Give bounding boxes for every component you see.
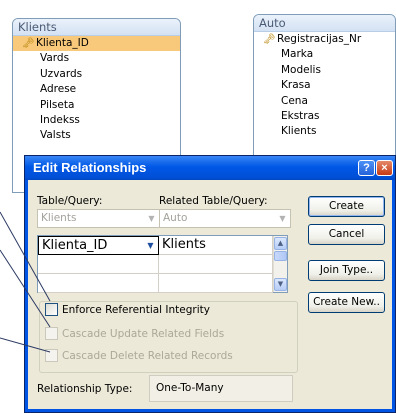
grid-scrollbar[interactable]: ▲ ▼ (273, 236, 287, 292)
scroll-up-icon[interactable]: ▲ (274, 237, 287, 250)
fields-grid[interactable]: Klienta_ID ▼ Klients ▲ ▼ (37, 235, 288, 293)
related-table-query-select[interactable]: Auto ▼ (159, 209, 291, 228)
checkbox[interactable] (45, 327, 58, 340)
grid-empty-cell[interactable] (159, 255, 273, 274)
grid-empty-cell[interactable] (38, 274, 159, 293)
field-ekstras[interactable]: Ekstras (254, 109, 395, 124)
edit-relationships-dialog: Edit Relationships ? × Table/Query: Rela… (24, 155, 396, 413)
field-modelis[interactable]: Modelis (254, 63, 395, 78)
related-table-query-label: Related Table/Query: (159, 195, 268, 207)
key-icon: 🗝 (22, 38, 35, 49)
auto-table[interactable]: Auto 🗝Registracijas_Nr Marka Modelis Kra… (253, 14, 396, 156)
chevron-down-icon: ▼ (279, 214, 286, 223)
grid-empty-cell[interactable] (159, 274, 273, 293)
table-query-select[interactable]: Klients ▼ (37, 209, 160, 228)
field-klients[interactable]: Klients (254, 124, 395, 139)
chevron-down-icon: ▼ (148, 214, 155, 223)
checkbox[interactable] (45, 303, 58, 316)
scroll-thumb[interactable] (274, 251, 287, 261)
close-button[interactable]: × (376, 160, 393, 176)
chevron-down-icon[interactable]: ▼ (145, 240, 156, 251)
cancel-button[interactable]: Cancel (308, 224, 385, 245)
field-cena[interactable]: Cena (254, 94, 395, 109)
field-marka[interactable]: Marka (254, 47, 395, 62)
enforce-integrity-checkbox[interactable]: Enforce Referential Integrity (45, 303, 210, 316)
scroll-down-icon[interactable]: ▼ (274, 278, 287, 291)
field-pilseta[interactable]: Pilseta (13, 98, 180, 113)
auto-table-title[interactable]: Auto (254, 15, 395, 32)
dialog-title[interactable]: Edit Relationships ? × (25, 156, 395, 180)
klients-table-title[interactable]: Klients (13, 19, 180, 36)
key-icon: 🗝 (263, 34, 276, 45)
field-valsts[interactable]: Valsts (13, 128, 180, 143)
field-registracijas-nr[interactable]: 🗝Registracijas_Nr (254, 32, 395, 47)
relationship-type-label: Relationship Type: (37, 383, 133, 395)
grid-left-field[interactable]: Klienta_ID ▼ (38, 236, 159, 255)
grid-right-field[interactable]: Klients (159, 236, 273, 255)
checkbox[interactable] (45, 349, 58, 362)
help-button[interactable]: ? (358, 160, 375, 176)
field-vards[interactable]: Vards (13, 51, 180, 66)
create-new-button[interactable]: Create New.. (308, 292, 385, 313)
field-uzvards[interactable]: Uzvards (13, 67, 180, 82)
cascade-delete-checkbox[interactable]: Cascade Delete Related Records (45, 349, 233, 362)
grid-empty-cell[interactable] (38, 255, 159, 274)
table-query-label: Table/Query: (37, 195, 103, 207)
create-button[interactable]: Create (308, 196, 385, 217)
field-krasa[interactable]: Krasa (254, 78, 395, 93)
relationship-type-value: One-To-Many (149, 375, 293, 402)
field-indekss[interactable]: Indekss (13, 113, 180, 128)
join-type-button[interactable]: Join Type.. (308, 260, 385, 281)
cascade-update-checkbox[interactable]: Cascade Update Related Fields (45, 327, 224, 340)
field-adrese[interactable]: Adrese (13, 82, 180, 97)
field-klienta-id[interactable]: 🗝Klienta_ID (13, 36, 180, 52)
